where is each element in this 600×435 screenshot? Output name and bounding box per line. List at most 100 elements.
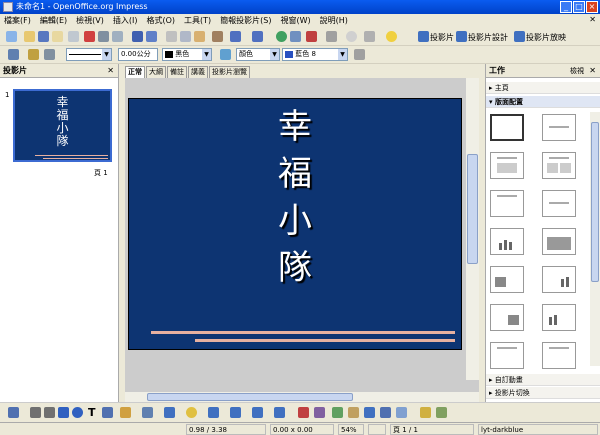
callout-icon[interactable] bbox=[102, 407, 113, 418]
points-icon[interactable] bbox=[298, 407, 309, 418]
new-document-icon[interactable] bbox=[6, 31, 17, 42]
area-icon[interactable] bbox=[220, 49, 231, 60]
callouts-icon[interactable] bbox=[252, 407, 263, 418]
edit-file-icon[interactable] bbox=[68, 31, 79, 42]
spellcheck-icon[interactable] bbox=[132, 31, 143, 42]
rectangle-icon[interactable] bbox=[58, 407, 69, 418]
connector-icon[interactable] bbox=[142, 407, 153, 418]
export-pdf-icon[interactable] bbox=[84, 31, 95, 42]
tab-handout[interactable]: 講義 bbox=[188, 66, 208, 78]
area-color-select[interactable]: 藍色 8 ▼ bbox=[282, 48, 348, 61]
vertical-scroll-thumb[interactable] bbox=[467, 154, 478, 264]
horizontal-scroll-thumb[interactable] bbox=[147, 393, 353, 401]
chart-icon[interactable] bbox=[276, 31, 287, 42]
block-arrows-icon[interactable] bbox=[208, 407, 219, 418]
tab-slide-sorter[interactable]: 投影片瀏覽 bbox=[209, 66, 250, 78]
select-arrow-icon[interactable] bbox=[8, 49, 19, 60]
ellipse-icon[interactable] bbox=[72, 407, 83, 418]
open-folder-icon[interactable] bbox=[24, 31, 35, 42]
tab-outline[interactable]: 大綱 bbox=[146, 66, 166, 78]
close-document-icon[interactable]: ✕ bbox=[589, 15, 596, 24]
format-paintbrush-icon[interactable] bbox=[212, 31, 223, 42]
arrow-line-icon[interactable] bbox=[44, 407, 55, 418]
autospell-icon[interactable] bbox=[146, 31, 157, 42]
line-color-select[interactable]: 黑色 ▼ bbox=[162, 48, 212, 61]
curve-icon[interactable] bbox=[120, 407, 131, 418]
section-master-pages[interactable]: ▸ 主頁 bbox=[486, 82, 600, 94]
layout-title-only[interactable] bbox=[542, 114, 576, 141]
tasks-view-menu[interactable]: 檢視 bbox=[570, 64, 584, 78]
arrange-icon[interactable] bbox=[420, 407, 431, 418]
text-icon[interactable]: T bbox=[88, 406, 96, 419]
cut-icon[interactable] bbox=[166, 31, 177, 42]
layout-title-table[interactable] bbox=[542, 228, 576, 255]
close-tasks-pane-icon[interactable]: ✕ bbox=[589, 64, 596, 78]
layout-chart-text[interactable] bbox=[542, 304, 576, 331]
grid-icon[interactable] bbox=[326, 31, 337, 42]
horizontal-scrollbar[interactable] bbox=[125, 392, 479, 402]
maximize-button[interactable]: □ bbox=[573, 1, 585, 13]
extrusion-icon[interactable] bbox=[436, 407, 447, 418]
layout-title-text-chart[interactable] bbox=[542, 266, 576, 293]
layout-blank[interactable] bbox=[490, 114, 524, 141]
section-custom-animation[interactable]: ▸ 自訂動畫 bbox=[486, 374, 600, 386]
shadow-icon[interactable] bbox=[354, 49, 365, 60]
slide-show-button[interactable]: 投影片放映 bbox=[526, 32, 566, 43]
line-icon[interactable] bbox=[30, 407, 41, 418]
stars-icon[interactable] bbox=[274, 407, 285, 418]
zoom-icon[interactable] bbox=[364, 31, 375, 42]
undo-icon[interactable] bbox=[230, 31, 241, 42]
redo-icon[interactable] bbox=[252, 31, 263, 42]
help-icon[interactable] bbox=[386, 31, 397, 42]
print-preview-icon[interactable] bbox=[112, 31, 123, 42]
table-icon[interactable] bbox=[290, 31, 301, 42]
layout-text-clipart[interactable] bbox=[490, 304, 524, 331]
select-icon[interactable] bbox=[8, 407, 19, 418]
save-icon[interactable] bbox=[38, 31, 49, 42]
layout-title-content[interactable] bbox=[490, 152, 524, 179]
slide-title[interactable]: 幸 福 小 隊 bbox=[129, 99, 461, 292]
copy-icon[interactable] bbox=[180, 31, 191, 42]
slide-design-button[interactable]: 投影片設計 bbox=[468, 32, 508, 43]
slide[interactable]: 幸 福 小 隊 bbox=[128, 98, 462, 350]
gallery-icon[interactable] bbox=[364, 407, 375, 418]
arrow-style-icon[interactable] bbox=[44, 49, 55, 60]
rotate-icon[interactable] bbox=[380, 407, 391, 418]
menu-tools[interactable]: 工具(T) bbox=[184, 15, 211, 26]
basic-shapes-icon[interactable] bbox=[164, 407, 175, 418]
line-style-select[interactable]: ▼ bbox=[66, 48, 112, 61]
slide-button[interactable]: 投影片 bbox=[430, 32, 454, 43]
slide-design-icon[interactable] bbox=[456, 31, 467, 42]
slide-icon[interactable] bbox=[418, 31, 429, 42]
line-style-icon[interactable] bbox=[28, 49, 39, 60]
vertical-scrollbar[interactable] bbox=[466, 78, 479, 380]
area-style-select[interactable]: 顏色 ▼ bbox=[236, 48, 280, 61]
tab-notes[interactable]: 備註 bbox=[167, 66, 187, 78]
menu-slideshow[interactable]: 簡報投影片(S) bbox=[220, 15, 271, 26]
flowchart-icon[interactable] bbox=[230, 407, 241, 418]
layout-centered-text[interactable] bbox=[542, 190, 576, 217]
menu-view[interactable]: 檢視(V) bbox=[76, 15, 104, 26]
menu-help[interactable]: 說明(H) bbox=[320, 15, 348, 26]
menu-format[interactable]: 格式(O) bbox=[146, 15, 175, 26]
print-icon[interactable] bbox=[98, 31, 109, 42]
layout-title-text[interactable] bbox=[490, 190, 524, 217]
menu-file[interactable]: 檔案(F) bbox=[4, 15, 31, 26]
layout-title-2text[interactable] bbox=[542, 342, 576, 369]
from-file-icon[interactable] bbox=[348, 407, 359, 418]
layout-title-object[interactable] bbox=[490, 342, 524, 369]
line-width-input[interactable]: 0.00公分 bbox=[118, 48, 158, 61]
paste-icon[interactable] bbox=[194, 31, 205, 42]
tasks-scrollbar[interactable] bbox=[590, 112, 600, 366]
fontwork-icon[interactable] bbox=[332, 407, 343, 418]
tasks-scroll-thumb[interactable] bbox=[591, 122, 599, 282]
section-slide-transition[interactable]: ▸ 投影片切換 bbox=[486, 387, 600, 399]
minimize-button[interactable]: _ bbox=[560, 1, 572, 13]
close-slides-pane-icon[interactable]: ✕ bbox=[107, 64, 114, 78]
symbol-shapes-icon[interactable] bbox=[186, 407, 197, 418]
alignment-icon[interactable] bbox=[396, 407, 407, 418]
close-window-button[interactable]: × bbox=[586, 1, 598, 13]
movie-icon[interactable] bbox=[306, 31, 317, 42]
gluepoints-icon[interactable] bbox=[314, 407, 325, 418]
layout-clipart-text[interactable] bbox=[490, 266, 524, 293]
